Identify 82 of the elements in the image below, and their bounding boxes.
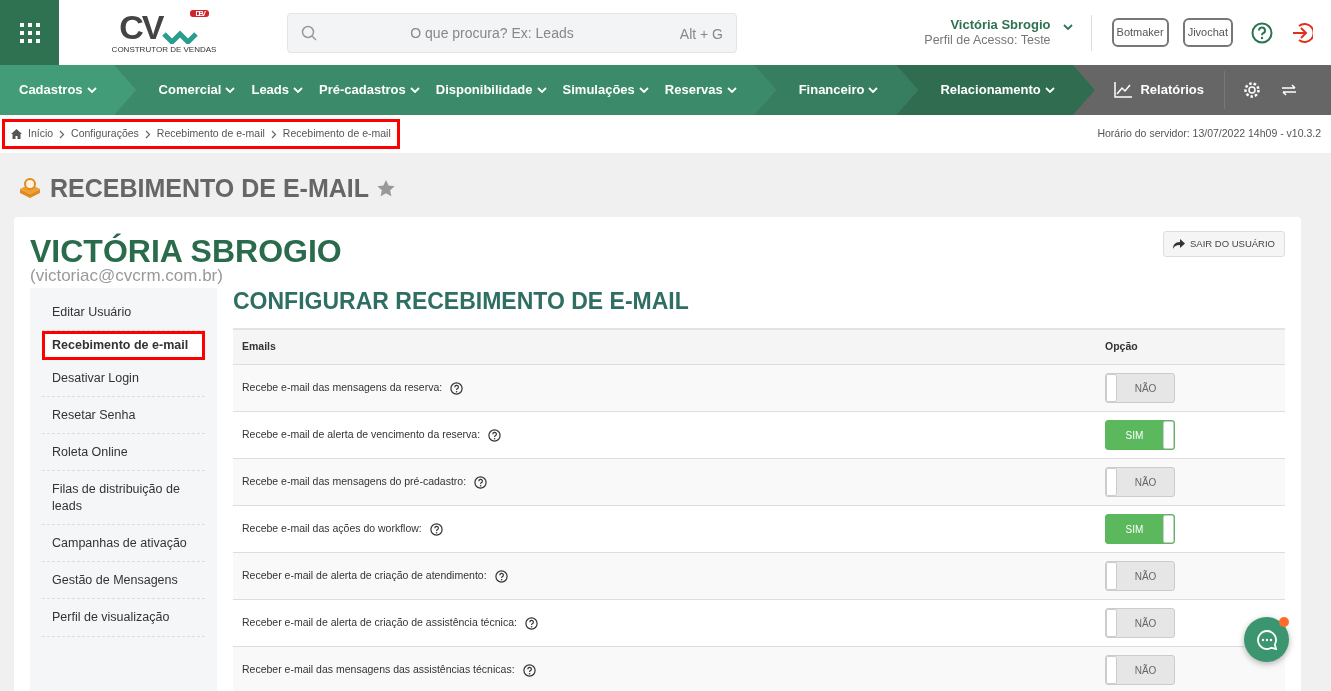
chat-bubble-icon xyxy=(1255,628,1278,651)
chevron-down-icon xyxy=(1044,86,1055,94)
star-icon[interactable] xyxy=(377,179,395,197)
setting-label: Recebe e-mail de alerta de vencimento da reserva: xyxy=(242,427,481,443)
server-time: Horário do servidor: 13/07/2022 14h09 - v10.3.2 xyxy=(1097,126,1321,142)
chevron-down-icon xyxy=(293,86,304,94)
header-button[interactable]: Jivochat xyxy=(1182,18,1233,47)
nav-menu-item[interactable]: Comercial xyxy=(158,80,242,100)
line-chart-icon xyxy=(1114,82,1133,98)
setting-label: Recebe e-mail das mensagens do pré-cadastro: xyxy=(242,474,467,490)
chevron-down-icon xyxy=(638,86,649,94)
box-gear-icon xyxy=(18,177,42,199)
help-icon[interactable] xyxy=(429,522,443,536)
search-icon xyxy=(301,24,317,41)
setting-label: Receber e-mail de alerta de criação de assistência técnica: xyxy=(242,615,517,631)
chevron-right-icon xyxy=(59,129,66,139)
user-profile: Perfil de Acesso: Teste xyxy=(924,32,1051,48)
logout-icon[interactable] xyxy=(1291,21,1313,44)
sidebar-item[interactable]: Perfil de visualização xyxy=(42,599,205,637)
settings-icon[interactable] xyxy=(1243,81,1261,99)
breadcrumb-link[interactable]: Início xyxy=(28,126,54,142)
nav-menu-item[interactable]: Simulações xyxy=(556,80,655,100)
sidebar-item[interactable]: Recebimento de e-mail xyxy=(42,331,205,360)
logo-text: CV xyxy=(119,9,163,44)
nav-menu-item[interactable]: Reservas xyxy=(658,80,743,100)
help-icon[interactable] xyxy=(524,616,538,630)
header-button[interactable]: Botmaker xyxy=(1111,18,1169,47)
sidebar-item[interactable]: Filas de distribuição de leads xyxy=(42,471,205,525)
column-header: Emails xyxy=(233,328,1096,365)
grid-icon xyxy=(19,22,40,43)
chevron-down-icon xyxy=(86,86,97,94)
user-name: Victória Sbrogio xyxy=(949,17,1051,33)
section-title: CONFIGURAR RECEBIMENTO DE E-MAIL xyxy=(233,288,690,316)
page-title: RECEBIMENTO DE E-MAIL xyxy=(50,173,369,203)
toggle-switch[interactable]: NÃO xyxy=(1105,467,1175,498)
toggle-switch[interactable]: NÃO xyxy=(1105,608,1175,639)
toggle-switch[interactable]: NÃO xyxy=(1105,655,1175,686)
swap-arrows-icon[interactable] xyxy=(1281,84,1297,96)
reports-menu-item[interactable]: Relatórios xyxy=(1108,80,1210,100)
apps-menu-button[interactable] xyxy=(0,0,59,65)
toggle-switch[interactable]: NÃO xyxy=(1105,561,1175,592)
setting-label: Receber e-mail de alerta de criação de atendimento: xyxy=(242,568,487,584)
chevron-down-icon xyxy=(1062,24,1073,31)
chevron-down-icon xyxy=(868,86,879,94)
help-icon[interactable] xyxy=(522,663,536,677)
help-icon[interactable] xyxy=(474,475,488,489)
sidebar-item[interactable]: Desativar Login xyxy=(42,359,205,397)
chevron-down-icon xyxy=(409,86,420,94)
user-heading: VICTÓRIA SBROGIO xyxy=(30,235,342,267)
sidebar-item[interactable]: Campanhas de ativação xyxy=(42,524,205,562)
sidebar-item[interactable]: Roleta Online xyxy=(42,434,205,472)
logo-tagline: CONSTRUTOR DE VENDAS xyxy=(111,43,217,56)
sidebar-item[interactable]: Gestão de Mensagens xyxy=(42,562,205,600)
breadcrumb-link[interactable]: Configurações xyxy=(71,126,139,142)
setting-label: Recebe e-mail das mensagens da reserva: xyxy=(242,380,443,396)
chevron-down-icon xyxy=(225,86,236,94)
chevron-down-icon xyxy=(536,86,547,94)
home-icon xyxy=(11,129,22,139)
sidebar-item[interactable]: Resetar Senha xyxy=(42,396,205,434)
help-icon[interactable] xyxy=(494,569,508,583)
share-arrow-icon xyxy=(1173,239,1185,250)
setting-label: Recebe e-mail das ações do workflow: xyxy=(242,521,422,537)
nav-menu-item[interactable]: Leads xyxy=(245,80,310,100)
breadcrumb-link[interactable]: Recebimento de e-mail xyxy=(156,126,265,142)
setting-label: Receber e-mail das mensagens das assistências técnicas: xyxy=(242,662,515,678)
chevron-down-icon xyxy=(726,86,737,94)
help-icon[interactable] xyxy=(1251,21,1273,44)
nav-menu-item[interactable]: Cadastros xyxy=(19,80,103,100)
help-icon[interactable] xyxy=(488,428,502,442)
logout-user-button[interactable]: SAIR DO USUÁRIO xyxy=(1163,231,1285,258)
column-header: Opção xyxy=(1096,328,1285,365)
nav-menu-item[interactable]: Disponibilidade xyxy=(429,80,553,100)
nav-menu-item[interactable]: Pré-cadastros xyxy=(313,80,426,100)
chevron-right-icon xyxy=(144,129,151,139)
nav-menu-item[interactable]: Financeiro xyxy=(798,80,885,100)
user-email: (victoriac@cvcrm.com.br) xyxy=(30,267,224,284)
help-icon[interactable] xyxy=(450,381,464,395)
nav-menu-item[interactable]: Relacionamento xyxy=(940,80,1061,100)
shortcut-hint: Alt + G xyxy=(679,24,723,44)
toggle-switch[interactable]: NÃO xyxy=(1105,373,1175,404)
breadcrumb-link[interactable]: Recebimento de e-mail xyxy=(282,126,391,142)
chevron-right-icon xyxy=(270,129,277,139)
